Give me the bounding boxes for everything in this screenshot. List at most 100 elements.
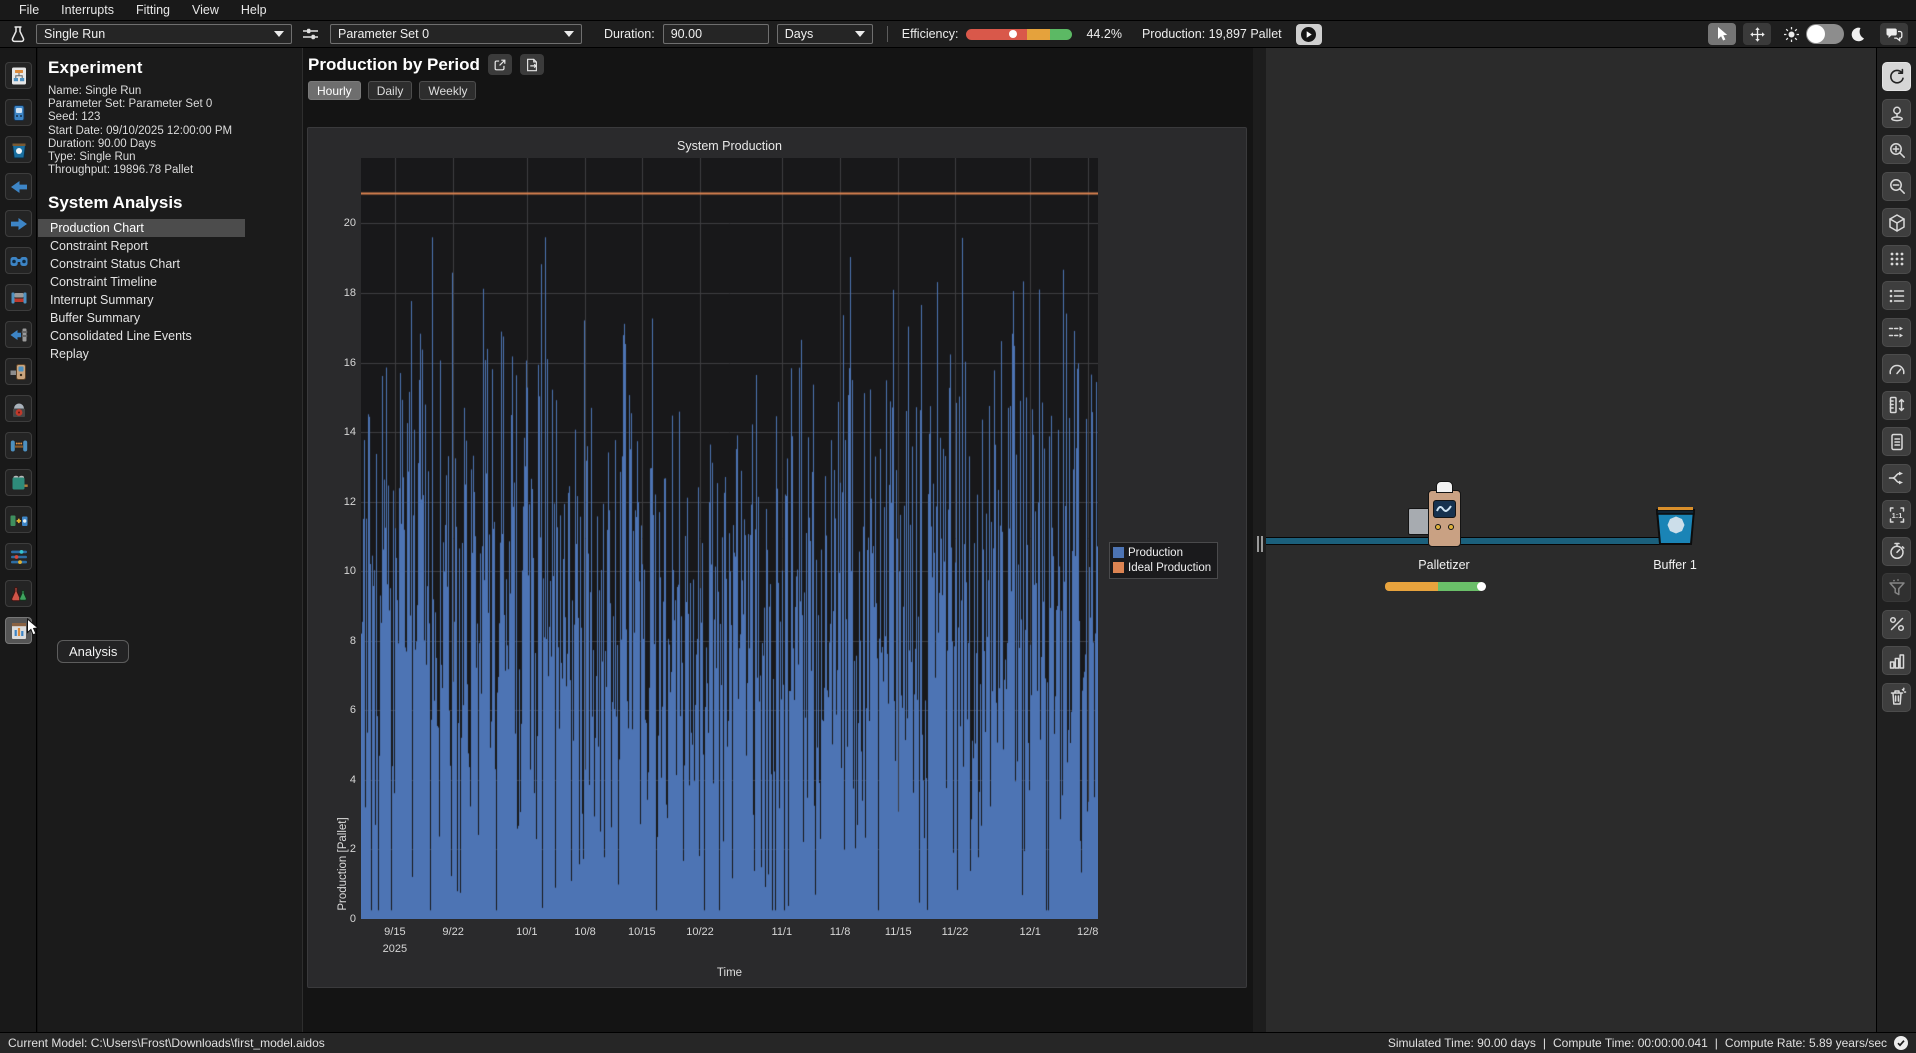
toolbox-bucket-icon[interactable] xyxy=(5,136,32,163)
nav-constraint-timeline[interactable]: Constraint Timeline xyxy=(38,273,302,291)
run-simulation-button[interactable] xyxy=(1296,24,1322,45)
y-tick-label: 14 xyxy=(312,426,356,438)
parameter-settings-icon[interactable] xyxy=(300,24,320,44)
export-button[interactable] xyxy=(520,54,544,75)
nav-buffer-summary[interactable]: Buffer Summary xyxy=(38,309,302,327)
viewbar-grid-dots-icon[interactable] xyxy=(1882,245,1911,274)
viewbar-fork-split-icon[interactable] xyxy=(1882,464,1911,493)
toolbox-fitting-flasks-icon[interactable] xyxy=(5,580,32,607)
export-file-icon xyxy=(525,58,539,72)
toggle-knob xyxy=(1807,25,1825,43)
compute-time: Compute Time: 00:00:00.041 xyxy=(1553,1036,1708,1050)
y-tick-label: 12 xyxy=(312,496,356,508)
splitter-handle[interactable] xyxy=(1256,536,1263,552)
chat-button[interactable] xyxy=(1880,23,1908,45)
experiment-fields: Name: Single Run Parameter Set: Paramete… xyxy=(48,85,302,177)
compute-rate: Compute Rate: 5.89 years/sec xyxy=(1725,1036,1887,1050)
viewbar-zoom-in-icon[interactable] xyxy=(1882,135,1911,164)
toolbox-tank-icon[interactable] xyxy=(5,469,32,496)
play-icon xyxy=(1300,26,1317,43)
viewbar-bar-chart-icon[interactable] xyxy=(1882,646,1911,675)
select-cursor-button[interactable] xyxy=(1708,23,1736,45)
experiment-field-type: Type: Single Run xyxy=(48,151,302,164)
theme-toggle[interactable] xyxy=(1806,24,1844,44)
viewbar-gauge-icon[interactable] xyxy=(1882,354,1911,383)
production-readout: Production: 19,897 Pallet xyxy=(1142,27,1282,41)
chart-title: System Production xyxy=(361,139,1098,153)
status-bar: Current Model: C:\Users\Frost\Downloads\… xyxy=(0,1032,1916,1053)
legend-label-production: Production xyxy=(1128,547,1183,559)
panel-splitter[interactable] xyxy=(1253,48,1266,1032)
gauge-red-segment xyxy=(966,29,1026,40)
toolbox-conveyor-icon[interactable] xyxy=(5,432,32,459)
toolbox-replay-icon[interactable] xyxy=(5,395,32,422)
duration-input[interactable] xyxy=(663,24,769,44)
viewbar-reset-view-icon[interactable] xyxy=(1882,62,1911,91)
gauge-orange-segment xyxy=(1027,29,1050,40)
viewbar-zoom-out-icon[interactable] xyxy=(1882,172,1911,201)
viewbar-list-icon[interactable] xyxy=(1882,281,1911,310)
viewbar-stopwatch-icon[interactable] xyxy=(1882,537,1911,566)
tab-weekly[interactable]: Weekly xyxy=(419,81,476,100)
viewbar-cube-3d-icon[interactable] xyxy=(1882,208,1911,237)
viewbar-container-levels-icon[interactable] xyxy=(1882,427,1911,456)
nav-constraint-status-chart[interactable]: Constraint Status Chart xyxy=(38,255,302,273)
open-external-button[interactable] xyxy=(488,54,512,75)
viewbar-locate-icon[interactable] xyxy=(1882,99,1911,128)
menu-view[interactable]: View xyxy=(183,1,228,19)
move-icon xyxy=(1749,26,1766,43)
viewbar-trash-icon[interactable] xyxy=(1882,683,1911,712)
system-analysis-heading: System Analysis xyxy=(48,193,302,213)
toolbox-combiner-icon[interactable] xyxy=(5,506,32,533)
period-tabs: Hourly Daily Weekly xyxy=(308,81,476,100)
toolbox-sliders-icon[interactable] xyxy=(5,543,32,570)
y-tick-label: 10 xyxy=(312,565,356,577)
viewbar-one-to-one-icon[interactable]: 1:1 xyxy=(1882,500,1911,529)
palletizer-body xyxy=(1428,490,1461,547)
toolbox-constraint-icon[interactable] xyxy=(5,284,32,311)
experiment-flask-icon xyxy=(8,24,28,44)
y-tick-label: 4 xyxy=(312,774,356,786)
x-tick-label: 11/15 xyxy=(874,926,922,938)
toolbox-experiment-flowchart-icon[interactable] xyxy=(5,62,32,89)
duration-unit-value: Days xyxy=(785,27,813,41)
simulated-time: Simulated Time: 90.00 days xyxy=(1388,1036,1536,1050)
pan-move-button[interactable] xyxy=(1743,23,1771,45)
gauge-green-segment xyxy=(1050,29,1072,40)
duration-unit-select[interactable]: Days xyxy=(777,24,873,44)
toolbox-machine-icon[interactable] xyxy=(5,99,32,126)
run-mode-value: Single Run xyxy=(44,27,105,41)
analysis-tooltip: Analysis xyxy=(57,640,129,663)
menu-fitting[interactable]: Fitting xyxy=(127,1,179,19)
parameter-set-select[interactable]: Parameter Set 0 xyxy=(330,24,582,44)
toolbox-split-icon[interactable] xyxy=(5,210,32,237)
viewbar-flow-arrows-icon[interactable] xyxy=(1882,318,1911,347)
current-model-path: Current Model: C:\Users\Frost\Downloads\… xyxy=(8,1036,325,1050)
chevron-down-icon xyxy=(274,31,284,37)
x-axis-label: Time xyxy=(361,967,1098,979)
efficiency-label: Efficiency: xyxy=(902,27,959,41)
chart-legend: Production Ideal Production xyxy=(1109,542,1218,579)
nav-production-chart[interactable]: Production Chart xyxy=(38,219,245,237)
menu-interrupts[interactable]: Interrupts xyxy=(52,1,123,19)
nav-constraint-report[interactable]: Constraint Report xyxy=(38,237,302,255)
chart-panel-title: Production by Period xyxy=(308,55,480,75)
toolbox-constraint-timeline-icon[interactable] xyxy=(5,321,32,348)
menu-file[interactable]: File xyxy=(10,1,48,19)
nav-interrupt-summary[interactable]: Interrupt Summary xyxy=(38,291,302,309)
toolbox-merge-icon[interactable] xyxy=(5,173,32,200)
toolbox-binoculars-icon[interactable] xyxy=(5,247,32,274)
run-mode-select[interactable]: Single Run xyxy=(36,24,292,44)
tab-daily[interactable]: Daily xyxy=(368,81,413,100)
viewbar-ruler-resize-icon[interactable] xyxy=(1882,391,1911,420)
viewbar-percent-icon[interactable] xyxy=(1882,610,1911,639)
nav-consolidated-line-events[interactable]: Consolidated Line Events xyxy=(38,327,302,345)
menu-help[interactable]: Help xyxy=(232,1,276,19)
toolbox-buffer-icon[interactable] xyxy=(5,358,32,385)
chevron-down-icon xyxy=(564,31,574,37)
viewbar-funnel-filter-icon[interactable] xyxy=(1882,573,1911,602)
svg-text:1:1: 1:1 xyxy=(1891,511,1902,520)
status-right: Simulated Time: 90.00 days | Compute Tim… xyxy=(1388,1036,1908,1050)
nav-replay[interactable]: Replay xyxy=(38,345,302,363)
tab-hourly[interactable]: Hourly xyxy=(308,81,361,100)
